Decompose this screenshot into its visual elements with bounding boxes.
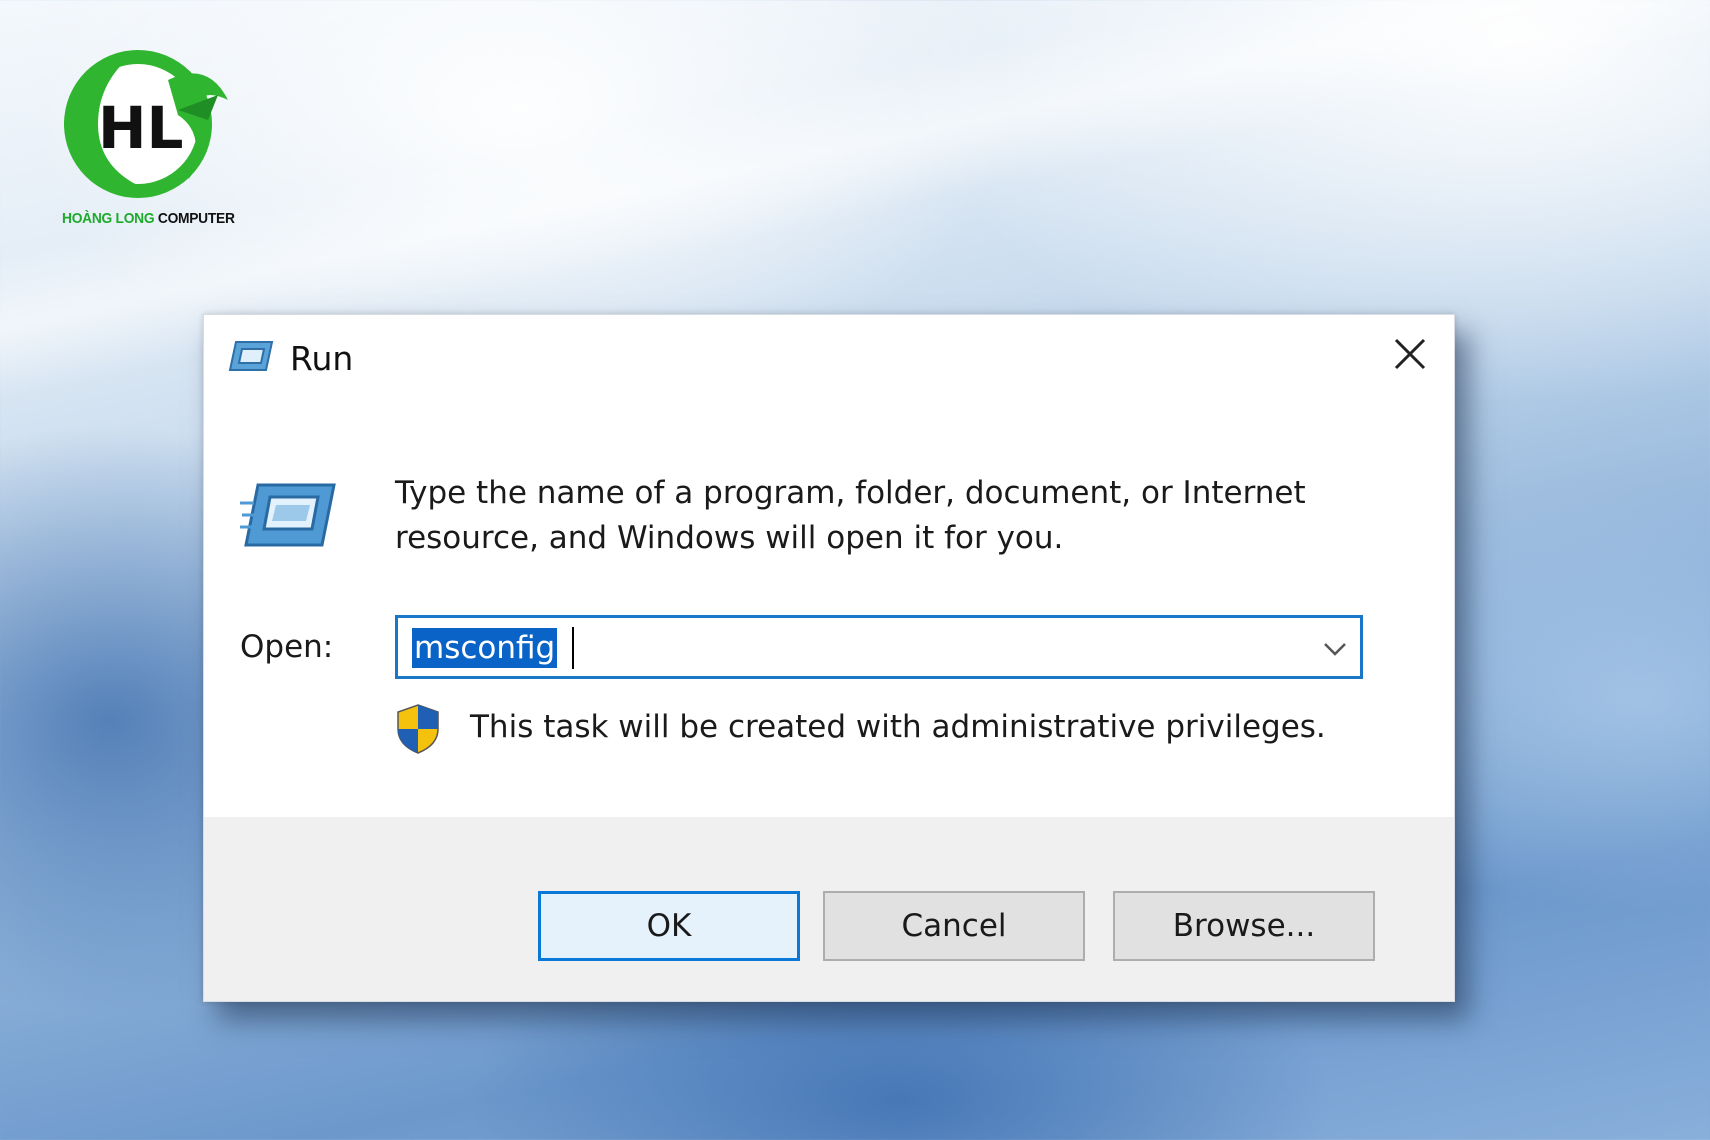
dialog-description: Type the name of a program, folder, docu… bbox=[395, 475, 1306, 556]
open-label: Open: bbox=[240, 629, 334, 665]
logo-brand-green: HOÀNG LONG bbox=[62, 210, 155, 227]
uac-shield-icon bbox=[394, 703, 442, 760]
chevron-down-icon bbox=[1324, 643, 1346, 656]
logo-caption: HOÀNG LONG COMPUTER bbox=[62, 210, 235, 227]
open-combobox[interactable]: msconfig bbox=[395, 615, 1363, 679]
close-button[interactable] bbox=[1384, 329, 1436, 379]
dragon-emblem-icon: HL bbox=[64, 50, 228, 198]
dropdown-button[interactable] bbox=[1320, 634, 1350, 664]
title-bar[interactable]: Run bbox=[204, 315, 1454, 405]
run-icon bbox=[228, 339, 274, 378]
browse-button[interactable]: Browse... bbox=[1113, 891, 1375, 961]
logo-brand-dark: COMPUTER bbox=[157, 210, 235, 227]
run-dialog: Run Type the name of a program, folder, … bbox=[203, 314, 1455, 1002]
admin-privileges-note: This task will be created with administr… bbox=[470, 709, 1326, 745]
cancel-button[interactable]: Cancel bbox=[823, 891, 1085, 961]
hoang-long-logo: HL HOÀNG LONG COMPUTER bbox=[52, 40, 252, 235]
ok-button[interactable]: OK bbox=[538, 891, 800, 961]
svg-text:HL: HL bbox=[98, 94, 184, 162]
dialog-title: Run bbox=[290, 339, 354, 378]
open-input-value[interactable]: msconfig bbox=[412, 628, 558, 668]
text-caret bbox=[572, 627, 574, 669]
close-icon bbox=[1394, 338, 1426, 370]
button-bar: OK Cancel Browse... bbox=[204, 817, 1454, 1001]
run-program-icon bbox=[240, 481, 336, 554]
